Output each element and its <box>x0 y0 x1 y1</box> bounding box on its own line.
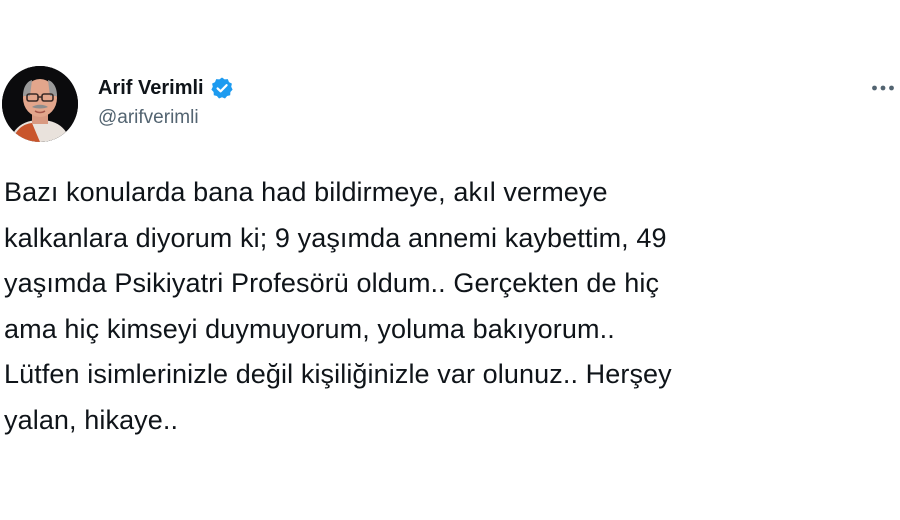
tweet-text-line: ama hiç kimseyi duymuyorum, yoluma bakıy… <box>4 313 615 344</box>
tweet-card: Arif Verimli @arifverimli Bazı konularda… <box>0 0 900 520</box>
tweet-text-line: yaşımda Psikiyatri Profesörü oldum.. Ger… <box>4 268 660 298</box>
more-options-button[interactable] <box>868 74 898 102</box>
author-handle[interactable]: @arifverimli <box>98 107 199 129</box>
verified-badge-icon <box>210 76 234 100</box>
tweet-text-line: kalkanlara diyorum ki; 9 yaşımda annemi … <box>4 222 667 253</box>
more-horizontal-icon <box>872 85 894 91</box>
tweet-text-line: Bazı konularda bana had bildirmeye, akıl… <box>4 177 608 207</box>
tweet-text-line: Lütfen isimlerinizle değil kişiliğinizle… <box>4 359 672 389</box>
tweet-text: Bazı konularda bana had bildirmeye, akıl… <box>4 170 894 443</box>
avatar[interactable] <box>2 66 78 142</box>
author-name-row: Arif Verimli <box>98 76 234 100</box>
author-display-name[interactable]: Arif Verimli <box>98 77 204 100</box>
tweet-text-line: yalan, hikaye.. <box>4 404 179 435</box>
avatar-portrait-image <box>2 66 78 142</box>
